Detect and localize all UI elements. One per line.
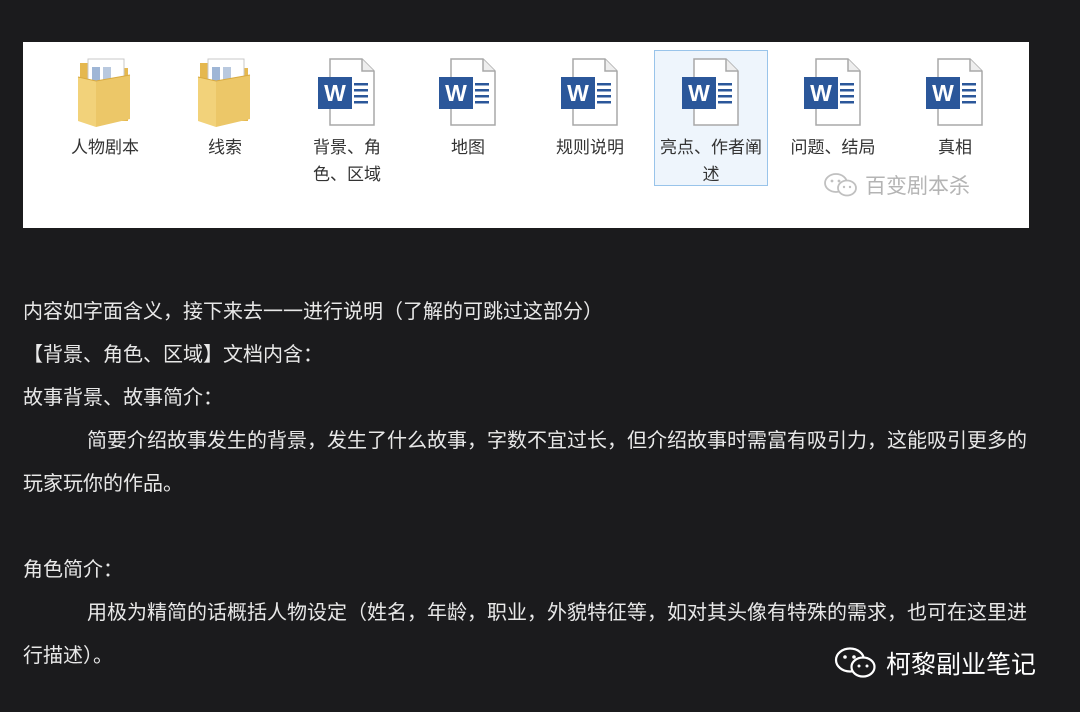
word-document-icon <box>437 55 499 129</box>
file-item-folder[interactable]: 人物剧本 <box>48 50 162 186</box>
file-item-label: 人物剧本 <box>71 138 139 158</box>
file-item-document[interactable]: 问题、结局 <box>776 50 890 186</box>
file-item-document[interactable]: 地图 <box>411 50 525 186</box>
word-document-icon <box>316 55 378 129</box>
article-paragraph: 角色简介： <box>23 557 123 581</box>
article-paragraph: 故事背景、故事简介： <box>23 385 223 409</box>
file-item-document[interactable]: 真相 <box>898 50 1012 186</box>
word-document-icon <box>680 55 742 129</box>
watermark-text: 柯黎副业笔记 <box>886 650 1037 679</box>
article-paragraph: 内容如字面含义，接下来去一一进行说明（了解的可跳过这部分） <box>23 299 603 323</box>
file-item-label: 规则说明 <box>556 138 624 158</box>
file-item-label: 地图 <box>451 138 485 158</box>
file-item-folder[interactable]: 线索 <box>168 50 282 186</box>
folder-icon <box>74 55 136 129</box>
word-document-icon <box>924 55 986 129</box>
file-item-document[interactable]: 规则说明 <box>533 50 647 186</box>
wechat-icon <box>834 647 876 678</box>
file-item-label: 真相 <box>938 138 972 158</box>
watermark-text: 百变剧本杀 <box>865 174 970 198</box>
file-explorer-panel: 人物剧本 线索 背景、角色、区域 地图 规则说明 亮点、作者阐述 问题、结局 真… <box>23 42 1029 228</box>
file-item-label: 背景、角色、区域 <box>313 138 381 185</box>
word-document-icon <box>802 55 864 129</box>
file-item-label: 问题、结局 <box>790 138 876 158</box>
file-item-label: 线索 <box>208 138 242 158</box>
word-document-icon <box>559 55 621 129</box>
folder-icon <box>194 55 256 129</box>
watermark-top: 百变剧本杀 <box>823 170 970 200</box>
article-paragraph: 简要介绍故事发生的背景，发生了什么故事，字数不宜过长，但介绍故事时需富有吸引力，… <box>23 428 1027 495</box>
file-item-label: 亮点、作者阐述 <box>660 138 762 185</box>
article-paragraph: 【背景、角色、区域】文档内含： <box>23 342 323 366</box>
file-item-document[interactable]: 背景、角色、区域 <box>290 50 404 186</box>
file-item-document-selected[interactable]: 亮点、作者阐述 <box>654 50 768 186</box>
watermark-bottom: 柯黎副业笔记 <box>834 641 1036 685</box>
wechat-icon <box>824 173 857 197</box>
article-body: 内容如字面含义，接下来去一一进行说明（了解的可跳过这部分） 【背景、角色、区域】… <box>23 290 1031 677</box>
